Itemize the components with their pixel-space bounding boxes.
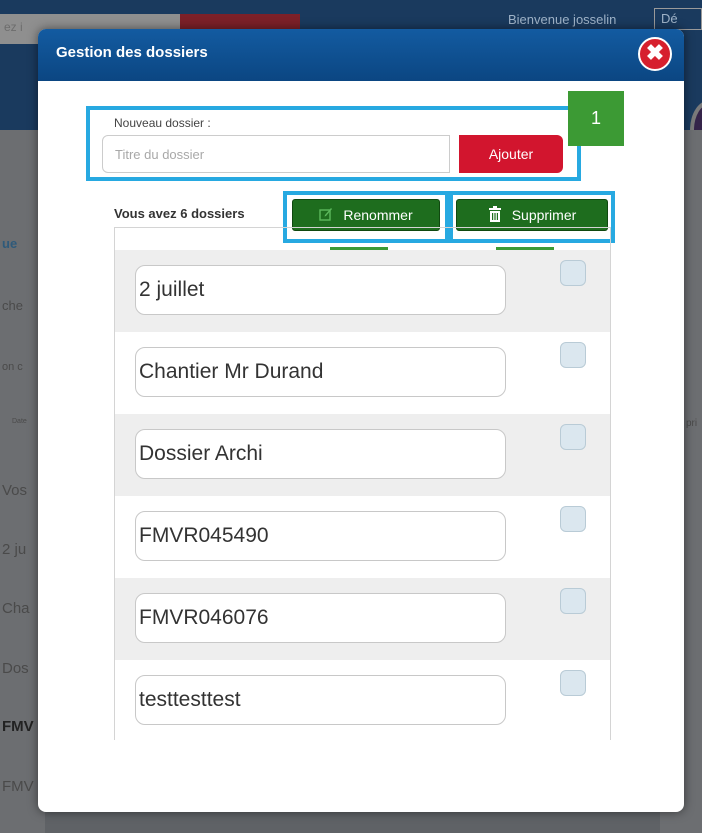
rename-label: Renommer [343,207,413,223]
dialog-title: Gestion des dossiers [56,44,208,61]
folder-title-input[interactable] [102,135,450,173]
add-folder-button[interactable]: Ajouter [459,135,563,173]
background-fragment: FMV [2,778,34,795]
edit-icon [319,207,333,224]
folder-count-text: Vous avez 6 dossiers [114,206,245,221]
folder-name-input[interactable] [135,675,506,725]
folder-name-input[interactable] [135,429,506,479]
background-fragment: Vos [2,482,28,499]
dialog-header: Gestion des dossiers ✖ [38,29,684,81]
background-fragment: Cha [2,600,30,617]
folder-name-input[interactable] [135,347,506,397]
close-icon[interactable]: ✖ [638,37,672,71]
trash-icon [488,205,502,225]
new-folder-label: Nouveau dossier : [114,116,211,130]
background-fragment: 2 ju [2,541,27,558]
folder-management-dialog: Gestion des dossiers ✖ Nouveau dossier :… [38,29,684,812]
list-item [115,578,610,660]
list-item [115,660,610,742]
folder-list [114,227,611,742]
callout-1-badge: 1 [568,91,624,146]
background-fragment: che [2,298,23,313]
background-fragment: FMV [2,718,34,735]
folder-name-input[interactable] [135,511,506,561]
delete-label: Supprimer [511,207,577,223]
folder-checkbox[interactable] [560,670,586,696]
list-item [115,496,610,578]
folder-name-input[interactable] [135,593,506,643]
background-fragment: pri [686,418,698,429]
folder-checkbox[interactable] [560,506,586,532]
folder-name-input[interactable] [135,265,506,315]
folder-checkbox[interactable] [560,588,586,614]
folder-checkbox[interactable] [560,342,586,368]
logout-button: Dé [654,8,702,30]
background-fragment: Dos [2,660,29,677]
background-fragment: on c [2,361,23,373]
background-fragment: Date [12,418,27,425]
folder-checkbox[interactable] [560,424,586,450]
background-fragment: ue [2,236,18,251]
list-item [115,332,610,414]
list-item [115,414,610,496]
list-item [115,250,610,332]
folder-checkbox[interactable] [560,260,586,286]
welcome-text: Bienvenue josselin [508,12,617,27]
